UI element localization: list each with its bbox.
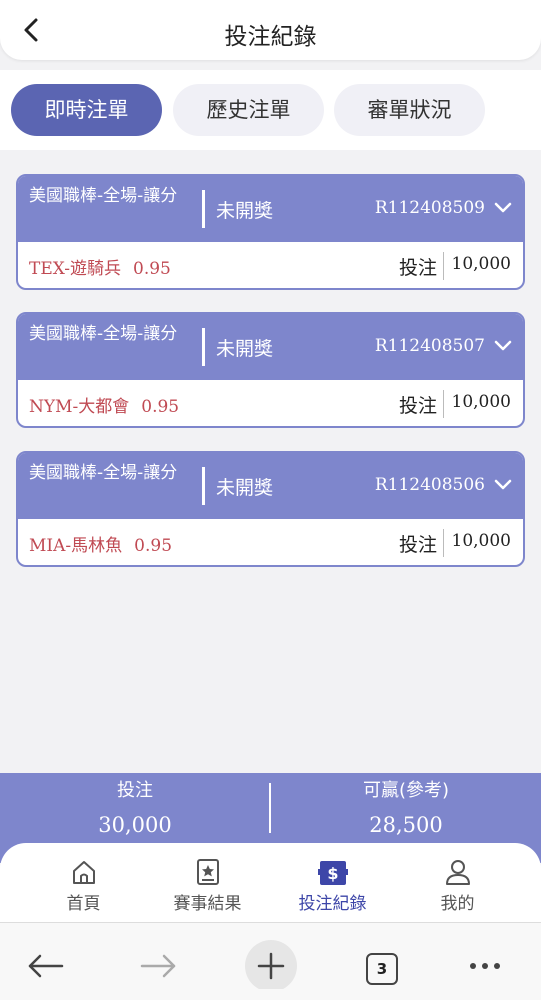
bet-card-header[interactable]: 美國職棒-全場-讓分 未開獎 R112408509 — [18, 176, 523, 242]
tab-bar: 即時注單 歷史注單 審單狀況 — [0, 70, 541, 150]
league-label: 美國職棒-全場-讓分 — [29, 324, 178, 344]
chevron-down-icon[interactable] — [493, 475, 513, 495]
results-icon — [196, 859, 219, 885]
tab-switcher-button[interactable]: 3 — [362, 933, 402, 989]
bet-card-body: MIA-馬林魚 0.95 投注 10,000 — [18, 519, 523, 565]
bet-card-header[interactable]: 美國職棒-全場-讓分 未開獎 R112408506 — [18, 453, 523, 519]
bet-amount-label: 投注 — [398, 534, 437, 556]
divider — [202, 190, 205, 228]
total-bet-label: 投注 — [117, 780, 153, 801]
nav-bet-record[interactable]: $ 投注紀錄 — [265, 853, 400, 914]
order-number: R112408507 — [374, 336, 485, 356]
bet-selection: NYM-大都會 0.95 — [29, 392, 179, 417]
selection-odds: 0.95 — [141, 397, 180, 417]
bet-card[interactable]: 美國職棒-全場-讓分 未開獎 R112408506 MIA-馬林魚 0.95 投注… — [16, 451, 525, 567]
bet-record-icon: $ — [317, 861, 348, 885]
new-tab-plus-icon[interactable] — [244, 933, 298, 989]
bet-amount: 10,000 — [451, 531, 511, 551]
bet-card[interactable]: 美國職棒-全場-讓分 未開獎 R112408509 TEX-遊騎兵 0.95 投注… — [16, 174, 525, 290]
nav-label: 首頁 — [66, 894, 101, 914]
potential-win-value: 28,500 — [369, 813, 443, 837]
header-bar: 投注紀錄 — [0, 0, 541, 60]
nav-label: 投注紀錄 — [298, 894, 367, 914]
nav-results[interactable]: 賽事結果 — [140, 853, 275, 914]
bet-amount-label: 投注 — [398, 395, 437, 417]
browser-toolbar: 3 — [0, 922, 541, 1000]
nav-label: 我的 — [440, 894, 475, 914]
bet-amount-label: 投注 — [398, 257, 437, 279]
bet-card-body: NYM-大都會 0.95 投注 10,000 — [18, 380, 523, 426]
tab-history-bets[interactable]: 歷史注單 — [173, 84, 324, 136]
bet-amount: 10,000 — [451, 392, 511, 412]
bet-status: 未開獎 — [216, 338, 274, 360]
selection-odds: 0.95 — [134, 536, 173, 556]
tab-count: 3 — [366, 953, 398, 985]
bet-status: 未開獎 — [216, 477, 274, 499]
bet-status: 未開獎 — [216, 200, 274, 222]
bet-selection: TEX-遊騎兵 0.95 — [29, 254, 171, 279]
selection-odds: 0.95 — [133, 259, 171, 279]
potential-win-label: 可贏(參考) — [362, 780, 450, 801]
divider — [443, 252, 444, 280]
svg-text:$: $ — [327, 864, 338, 883]
total-bet-value: 30,000 — [98, 813, 172, 837]
selection-team: MIA-馬林魚 — [29, 536, 123, 556]
bet-amount: 10,000 — [451, 254, 511, 274]
more-dots-icon[interactable] — [465, 933, 505, 989]
divider — [202, 328, 205, 366]
nav-profile[interactable]: 我的 — [390, 853, 525, 914]
browser-forward-icon[interactable] — [138, 933, 178, 989]
page-title: 投注紀錄 — [224, 24, 317, 50]
order-number: R112408509 — [374, 198, 485, 218]
bet-card-header[interactable]: 美國職棒-全場-讓分 未開獎 R112408507 — [18, 314, 523, 380]
nav-home[interactable]: 首頁 — [16, 853, 151, 914]
league-label: 美國職棒-全場-讓分 — [29, 463, 178, 483]
order-number: R112408506 — [374, 475, 485, 495]
bet-card[interactable]: 美國職棒-全場-讓分 未開獎 R112408507 NYM-大都會 0.95 投注… — [16, 312, 525, 428]
user-icon — [445, 860, 470, 885]
tab-review-status[interactable]: 審單狀況 — [334, 84, 485, 136]
bet-card-body: TEX-遊騎兵 0.95 投注 10,000 — [18, 242, 523, 288]
chevron-down-icon[interactable] — [493, 336, 513, 356]
divider — [202, 467, 205, 505]
nav-label: 賽事結果 — [173, 894, 242, 914]
bottom-nav: 首頁 賽事結果 $ 投注紀錄 我的 — [0, 843, 541, 923]
divider — [443, 529, 444, 557]
home-icon — [72, 861, 95, 884]
browser-back-icon[interactable] — [26, 933, 66, 989]
total-bet: 投注 30,000 — [0, 779, 270, 839]
selection-team: TEX-遊騎兵 — [29, 259, 121, 279]
selection-team: NYM-大都會 — [29, 397, 130, 417]
tab-live-bets[interactable]: 即時注單 — [11, 84, 162, 136]
chevron-down-icon[interactable] — [493, 198, 513, 218]
divider — [443, 390, 444, 418]
bet-selection: MIA-馬林魚 0.95 — [29, 531, 172, 556]
league-label: 美國職棒-全場-讓分 — [29, 186, 178, 206]
potential-win: 可贏(參考) 28,500 — [271, 779, 541, 839]
